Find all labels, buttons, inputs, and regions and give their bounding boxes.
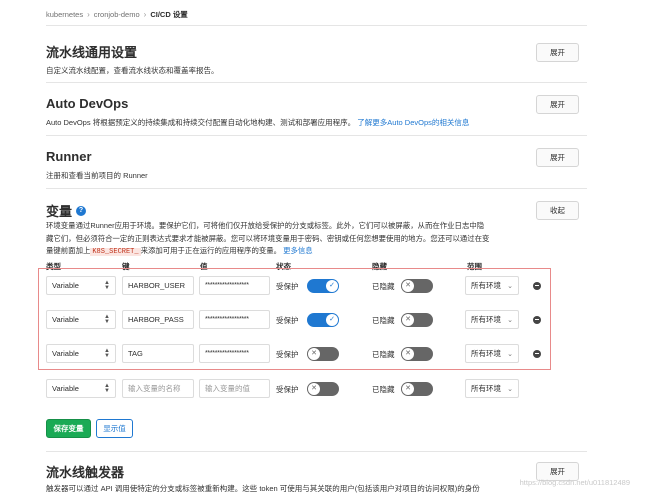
masked-label: 已隐藏 [372, 384, 395, 394]
sort-arrows-icon: ▲ ▼ [104, 347, 110, 359]
remove-variable-icon[interactable] [533, 281, 541, 290]
x-icon: ✕ [308, 347, 320, 360]
chevron-right-icon: › [143, 10, 147, 19]
question-icon[interactable]: ? [76, 205, 87, 216]
autodevops-learn-more-link[interactable]: 了解更多Auto DevOps的相关信息 [357, 118, 469, 127]
variables-title-text: 变量 [46, 204, 73, 219]
section-title-pipelines: 流水线通用设置 [46, 45, 138, 60]
type-select-value: Variable [52, 384, 79, 393]
divider [46, 188, 587, 189]
key-input[interactable]: HARBOR_USER [122, 276, 194, 295]
section-title-triggers: 流水线触发器 [46, 465, 125, 480]
sort-arrows-icon: ▲ ▼ [104, 382, 110, 394]
remove-variable-icon[interactable] [533, 315, 541, 324]
section-title-variables: 变量 ? [46, 201, 87, 220]
key-input[interactable]: HARBOR_PASS [122, 310, 194, 329]
type-select-value: Variable [52, 315, 79, 324]
autodevops-desc-text: Auto DevOps 将根据预定义的持续集成和持续交付配置自动化地构建、测试和… [46, 118, 356, 127]
type-select-value: Variable [52, 349, 79, 358]
breadcrumb-item[interactable]: kubernetes [46, 10, 83, 19]
environment-scope-dropdown[interactable]: 所有环境 ⌄ [465, 379, 519, 398]
protected-label: 受保护 [276, 315, 299, 325]
section-desc-runner: 注册和查看当前项目的 Runner [46, 171, 148, 180]
type-select[interactable]: Variable ▲ ▼ [46, 379, 116, 398]
scope-value: 所有环境 [471, 384, 501, 393]
divider [46, 82, 587, 83]
check-icon: ✓ [326, 313, 338, 326]
scope-value: 所有环境 [471, 315, 501, 324]
masked-label: 已隐藏 [372, 349, 395, 359]
protected-toggle[interactable]: ✓ [307, 312, 339, 327]
chevron-down-icon: ⌄ [507, 282, 513, 290]
section-desc-autodevops: Auto DevOps 将根据预定义的持续集成和持续交付配置自动化地构建、测试和… [46, 117, 469, 128]
variables-desc-line: 量键前面加上 K8S_SECRET_ 来添加可用于正在运行的应用程序的变量。 更多信… [46, 245, 552, 259]
masked-toggle[interactable]: ✕ [401, 346, 433, 361]
breadcrumb: kubernetes › cronjob-demo › CI/CD 设置 [46, 9, 188, 20]
variables-desc-line: 环境变量通过Runner应用于环境。要保护它们，可将他们仅开放给受保护的分支或标… [46, 221, 485, 230]
section-title-autodevops: Auto DevOps [46, 96, 129, 111]
desc-text: 量键前面加上 [46, 246, 91, 255]
collapse-variables-button[interactable]: 收起 [536, 201, 579, 220]
x-icon: ✕ [402, 347, 414, 360]
protected-label: 受保护 [276, 281, 299, 291]
environment-scope-dropdown[interactable]: 所有环境 ⌄ [465, 276, 519, 295]
key-input[interactable]: TAG [122, 344, 194, 363]
divider [46, 135, 587, 136]
chevron-right-icon: › [87, 10, 90, 19]
desc-text: 来添加可用于正在运行的应用程序的变量。 [140, 246, 282, 255]
sort-arrows-icon: ▲ ▼ [104, 313, 110, 325]
protected-label: 受保护 [276, 349, 299, 359]
expand-runner-button[interactable]: 展开 [536, 148, 579, 167]
reveal-values-button[interactable]: 显示值 [96, 419, 133, 438]
protected-label: 受保护 [276, 384, 299, 394]
type-select[interactable]: Variable ▲ ▼ [46, 344, 116, 363]
type-select[interactable]: Variable ▲ ▼ [46, 276, 116, 295]
x-icon: ✕ [308, 382, 320, 395]
masked-label: 已隐藏 [372, 315, 395, 325]
type-select[interactable]: Variable ▲ ▼ [46, 310, 116, 329]
value-input[interactable]: ****************** [199, 310, 270, 329]
chevron-down-icon: ⌄ [507, 350, 513, 358]
masked-toggle[interactable]: ✕ [401, 278, 433, 293]
remove-variable-icon[interactable] [533, 349, 541, 358]
section-title-runner: Runner [46, 149, 92, 164]
chevron-down-icon: ⌄ [507, 316, 513, 324]
value-input[interactable]: ****************** [199, 276, 270, 295]
masked-toggle[interactable]: ✕ [401, 312, 433, 327]
variables-description: 环境变量通过Runner应用于环境。要保护它们，可将他们仅开放给受保护的分支或标… [46, 220, 552, 259]
protected-toggle[interactable]: ✓ [307, 278, 339, 293]
scope-value: 所有环境 [471, 349, 501, 358]
check-icon: ✓ [326, 279, 338, 292]
breadcrumb-current: CI/CD 设置 [150, 10, 188, 19]
environment-scope-dropdown[interactable]: 所有环境 ⌄ [465, 310, 519, 329]
key-input[interactable]: 输入变量的名称 [122, 379, 194, 398]
k8s-secret-code: K8S_SECRET_ [90, 248, 141, 256]
protected-toggle[interactable]: ✕ [307, 346, 339, 361]
expand-pipelines-button[interactable]: 展开 [536, 43, 579, 62]
x-icon: ✕ [402, 279, 414, 292]
protected-toggle[interactable]: ✕ [307, 381, 339, 396]
breadcrumb-item[interactable]: cronjob-demo [94, 10, 140, 19]
divider [46, 25, 587, 26]
watermark: https://blog.csdn.net/u011812489 [519, 478, 630, 487]
value-input[interactable]: ****************** [199, 344, 270, 363]
variables-desc-line: 藏它们，但必须符合一定的正则表达式要求才能被屏蔽。您可以将环境变量用于密码、密钥… [46, 233, 490, 243]
x-icon: ✕ [402, 382, 414, 395]
section-desc-pipelines: 自定义流水线配置，查看流水线状态和覆盖率报告。 [46, 66, 219, 75]
x-icon: ✕ [402, 313, 414, 326]
chevron-down-icon: ⌄ [507, 385, 513, 393]
scope-value: 所有环境 [471, 281, 501, 290]
masked-label: 已隐藏 [372, 281, 395, 291]
section-desc-triggers: 触发器可以通过 API 调用使特定的分支或标签被重新构建。这些 token 可使… [46, 484, 480, 493]
environment-scope-dropdown[interactable]: 所有环境 ⌄ [465, 344, 519, 363]
expand-autodevops-button[interactable]: 展开 [536, 95, 579, 114]
masked-toggle[interactable]: ✕ [401, 381, 433, 396]
sort-arrows-icon: ▲ ▼ [104, 279, 110, 291]
save-variables-button[interactable]: 保存变量 [46, 419, 91, 438]
type-select-value: Variable [52, 281, 79, 290]
divider [46, 451, 587, 452]
value-input[interactable]: 输入变量的值 [199, 379, 270, 398]
variables-more-info-link[interactable]: 更多信息 [283, 246, 313, 255]
